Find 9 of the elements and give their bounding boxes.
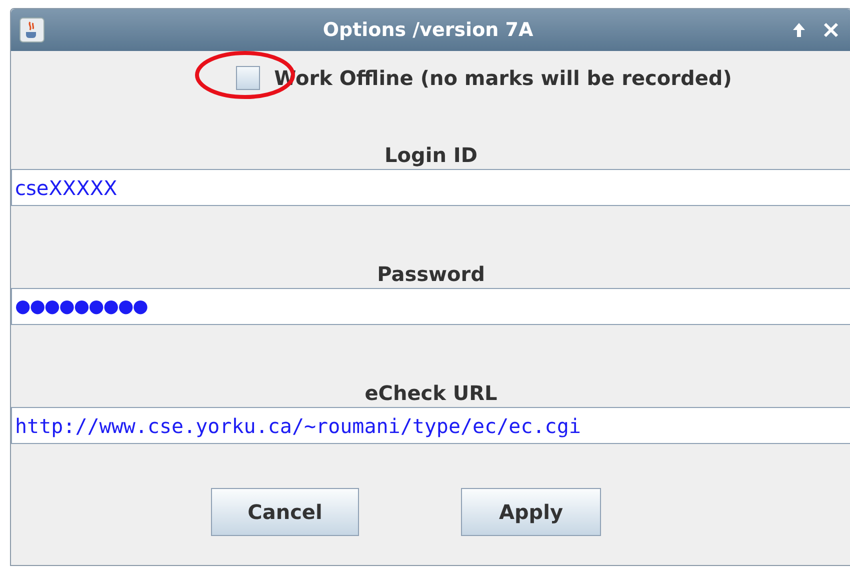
window-title: Options /version 7A [322, 18, 534, 43]
password-field[interactable]: ●●●●●●●●● [11, 288, 850, 325]
field-label: Login ID [384, 143, 478, 167]
url-field[interactable]: http://www.cse.yorku.ca/~roumani/type/ec/ec.cgi [11, 407, 850, 444]
field-label: eCheck URL [364, 381, 498, 405]
apply-button[interactable]: Apply [461, 488, 601, 536]
field-label: Password [376, 262, 486, 286]
cancel-button[interactable]: Cancel [211, 488, 359, 536]
login-field[interactable]: cseXXXXX [11, 169, 850, 206]
